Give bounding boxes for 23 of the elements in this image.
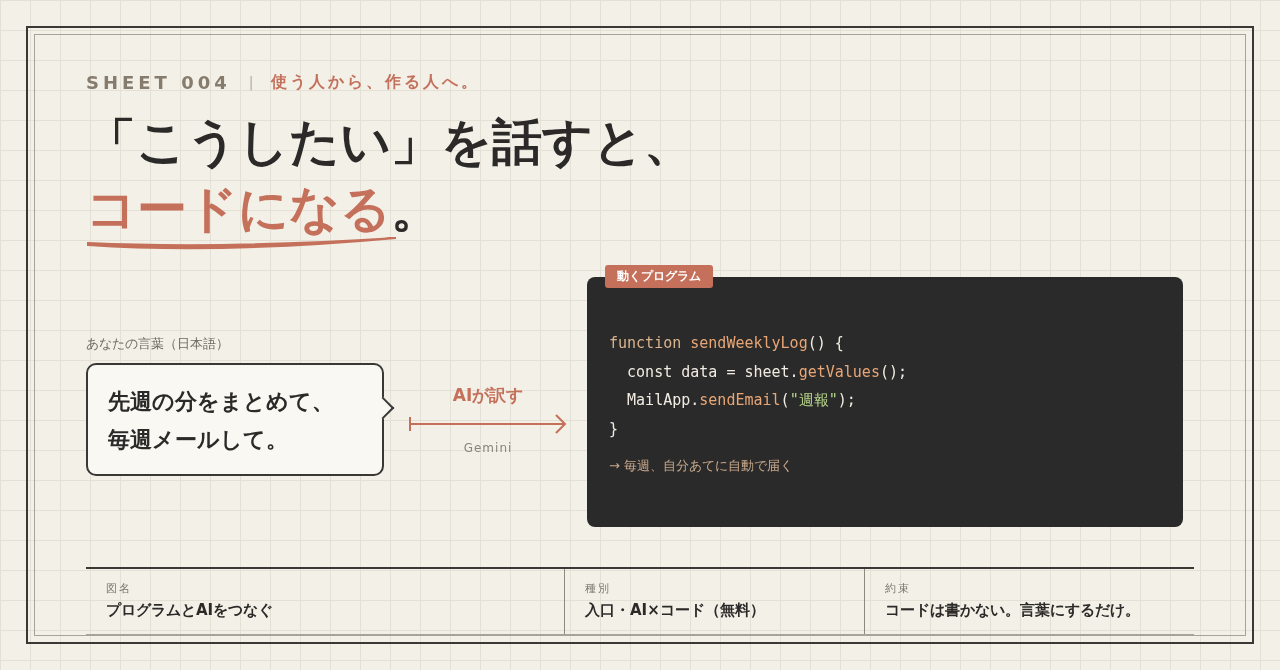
bubble-text: 先週の分をまとめて、 毎週メールして。	[108, 386, 335, 454]
highlighted-headline: コードになる	[86, 183, 391, 235]
tagline: 使う人から、作る人へ。	[271, 71, 481, 93]
program-badge: 動くプログラム	[605, 265, 713, 288]
footer-value: コードは書かない。言葉にするだけ。	[885, 601, 1140, 620]
code-line: MailApp.sendEmail("週報");	[626, 390, 856, 411]
footer-label: 種別	[585, 581, 611, 596]
footer-label: 図名	[106, 581, 132, 596]
separator: |	[248, 74, 254, 90]
code-line: function sendWeeklyLog() {	[609, 333, 844, 354]
headline: 「こうしたい」を話すと、	[86, 111, 695, 173]
code-line: }	[609, 418, 619, 440]
input-label: あなたの言葉（日本語）	[86, 335, 230, 353]
code-line: const data = sheet.getValues();	[626, 361, 908, 383]
headline-end: 。	[391, 181, 441, 237]
sheet-number: SHEET 004	[86, 71, 231, 93]
footer-value: 入口・AI×コード（無料）	[585, 601, 765, 620]
arrow-icon	[408, 413, 568, 435]
translate-label: AIが訳す	[452, 384, 524, 407]
footer-label: 約束	[885, 581, 911, 596]
footer-value: プログラムとAIをつなぐ	[106, 601, 274, 620]
code-note: → 毎週、自分あてに自動で届く	[609, 457, 794, 475]
engine-name: Gemini	[463, 441, 513, 455]
